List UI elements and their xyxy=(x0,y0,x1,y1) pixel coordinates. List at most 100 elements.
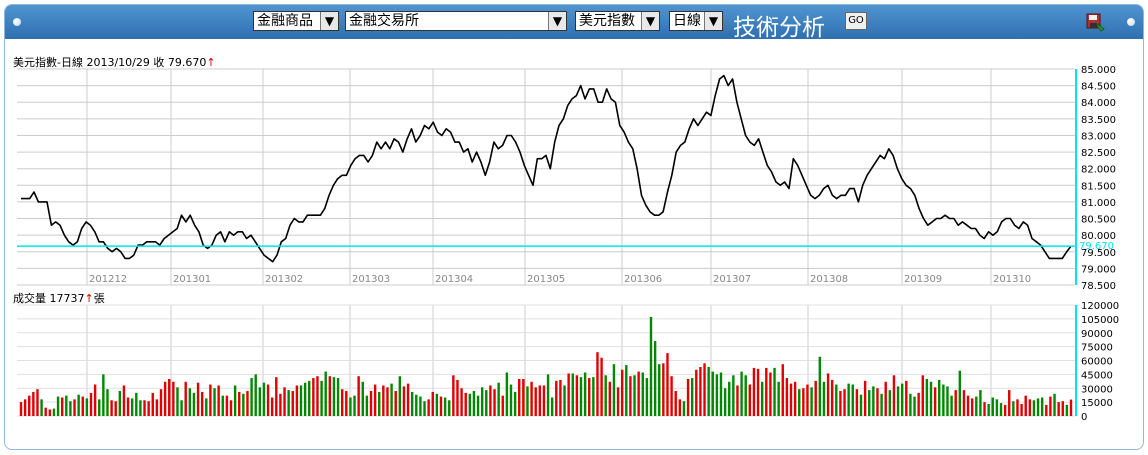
volume-bar xyxy=(736,385,739,416)
volume-bar xyxy=(126,397,130,416)
volume-bar xyxy=(332,377,336,416)
volume-bar xyxy=(546,374,550,416)
volume-bar xyxy=(872,386,875,416)
x-tick-label: 201309 xyxy=(904,274,942,285)
volume-bar xyxy=(159,389,163,416)
volume-bar xyxy=(102,374,105,416)
volume-bar xyxy=(209,384,212,416)
volume-bar xyxy=(592,377,595,416)
volume-bar xyxy=(200,391,204,416)
volume-bar xyxy=(913,396,916,416)
volume-bar xyxy=(678,399,682,416)
volume-bar xyxy=(983,402,986,416)
volume-bar xyxy=(427,399,430,416)
volume-bar xyxy=(448,400,451,416)
volume-bar xyxy=(855,389,859,416)
volume-bar xyxy=(1053,393,1056,416)
price-tick-label: 85.000 xyxy=(1081,65,1116,76)
volume-bar xyxy=(217,385,220,416)
volume-bar xyxy=(493,389,496,416)
volume-bar xyxy=(559,379,562,416)
volume-bar xyxy=(682,401,686,416)
volume-bar xyxy=(575,375,579,416)
volume-bar xyxy=(900,383,904,416)
volume-bar xyxy=(501,395,504,416)
volume-bar xyxy=(612,364,616,416)
volume-bar xyxy=(151,392,154,416)
volume-bar xyxy=(699,366,702,416)
volume-bar xyxy=(703,363,706,416)
volume-bar xyxy=(205,398,208,416)
volume-bar xyxy=(509,384,513,416)
volume-bar xyxy=(707,366,710,416)
volume-bar xyxy=(555,380,558,416)
volume-bar xyxy=(443,397,447,416)
volume-bar xyxy=(89,392,93,416)
volume-bar xyxy=(1016,399,1019,416)
volume-bar xyxy=(760,381,764,416)
volume-bar xyxy=(620,369,624,416)
volume-bar xyxy=(756,368,760,416)
volume-bar xyxy=(513,391,517,416)
volume-bar xyxy=(69,401,72,416)
volume-bar xyxy=(497,382,500,416)
volume-tick-label: 60000 xyxy=(1081,357,1113,368)
volume-bar xyxy=(905,380,908,416)
volume-bar xyxy=(410,391,414,416)
volume-bar xyxy=(740,371,743,416)
volume-bar xyxy=(324,371,327,416)
volume-bar xyxy=(942,384,945,416)
volume-bar xyxy=(567,373,570,416)
volume-bar xyxy=(361,381,364,416)
volume-bar xyxy=(818,356,822,416)
volume-bar xyxy=(196,382,200,416)
volume-tick-label: 30000 xyxy=(1081,384,1113,395)
volume-bar xyxy=(464,392,467,416)
volume-bar xyxy=(456,379,459,416)
volume-bar xyxy=(670,376,673,416)
volume-bar xyxy=(1040,397,1044,416)
volume-bar xyxy=(118,391,122,416)
volume-bar xyxy=(349,397,352,416)
volume-bar xyxy=(950,395,953,416)
volume-tick-label: 45000 xyxy=(1081,370,1113,381)
volume-bar xyxy=(719,372,723,416)
volume-bar xyxy=(287,390,290,416)
volume-bar xyxy=(550,397,554,416)
volume-bar xyxy=(843,389,846,416)
volume-bar xyxy=(954,390,957,416)
volume-bar xyxy=(686,379,690,416)
volume-bar xyxy=(868,390,871,416)
volume-bar xyxy=(299,385,303,416)
volume-bar xyxy=(52,408,56,416)
volume-bar xyxy=(596,352,599,416)
volume-bar xyxy=(238,391,241,416)
volume-bar xyxy=(608,381,612,416)
volume-bar xyxy=(579,377,583,416)
volume-bar xyxy=(262,382,266,416)
price-tick-label: 84.500 xyxy=(1081,82,1116,93)
volume-bar xyxy=(93,384,97,416)
volume-bar xyxy=(180,400,183,416)
volume-bar xyxy=(336,378,340,416)
volume-bar xyxy=(28,395,31,416)
volume-bar xyxy=(373,384,377,416)
volume-bar xyxy=(851,384,854,416)
volume-tick-label: 15000 xyxy=(1081,398,1113,409)
volume-bar xyxy=(728,381,731,416)
volume-bar xyxy=(748,384,752,416)
volume-tick-label: 0 xyxy=(1081,412,1087,423)
volume-bar xyxy=(340,389,344,416)
volume-bar xyxy=(806,384,809,416)
volume-bar xyxy=(402,386,406,416)
x-tick-label: 201307 xyxy=(713,274,751,285)
volume-bar xyxy=(538,385,542,416)
volume-bar xyxy=(378,391,381,416)
volume-bar xyxy=(1003,404,1007,416)
volume-bar xyxy=(36,389,39,416)
volume-bar xyxy=(909,393,912,416)
volume-bar xyxy=(254,374,257,416)
x-tick-label: 201301 xyxy=(173,274,211,285)
volume-bar xyxy=(1065,404,1069,416)
volume-bar xyxy=(77,394,80,416)
